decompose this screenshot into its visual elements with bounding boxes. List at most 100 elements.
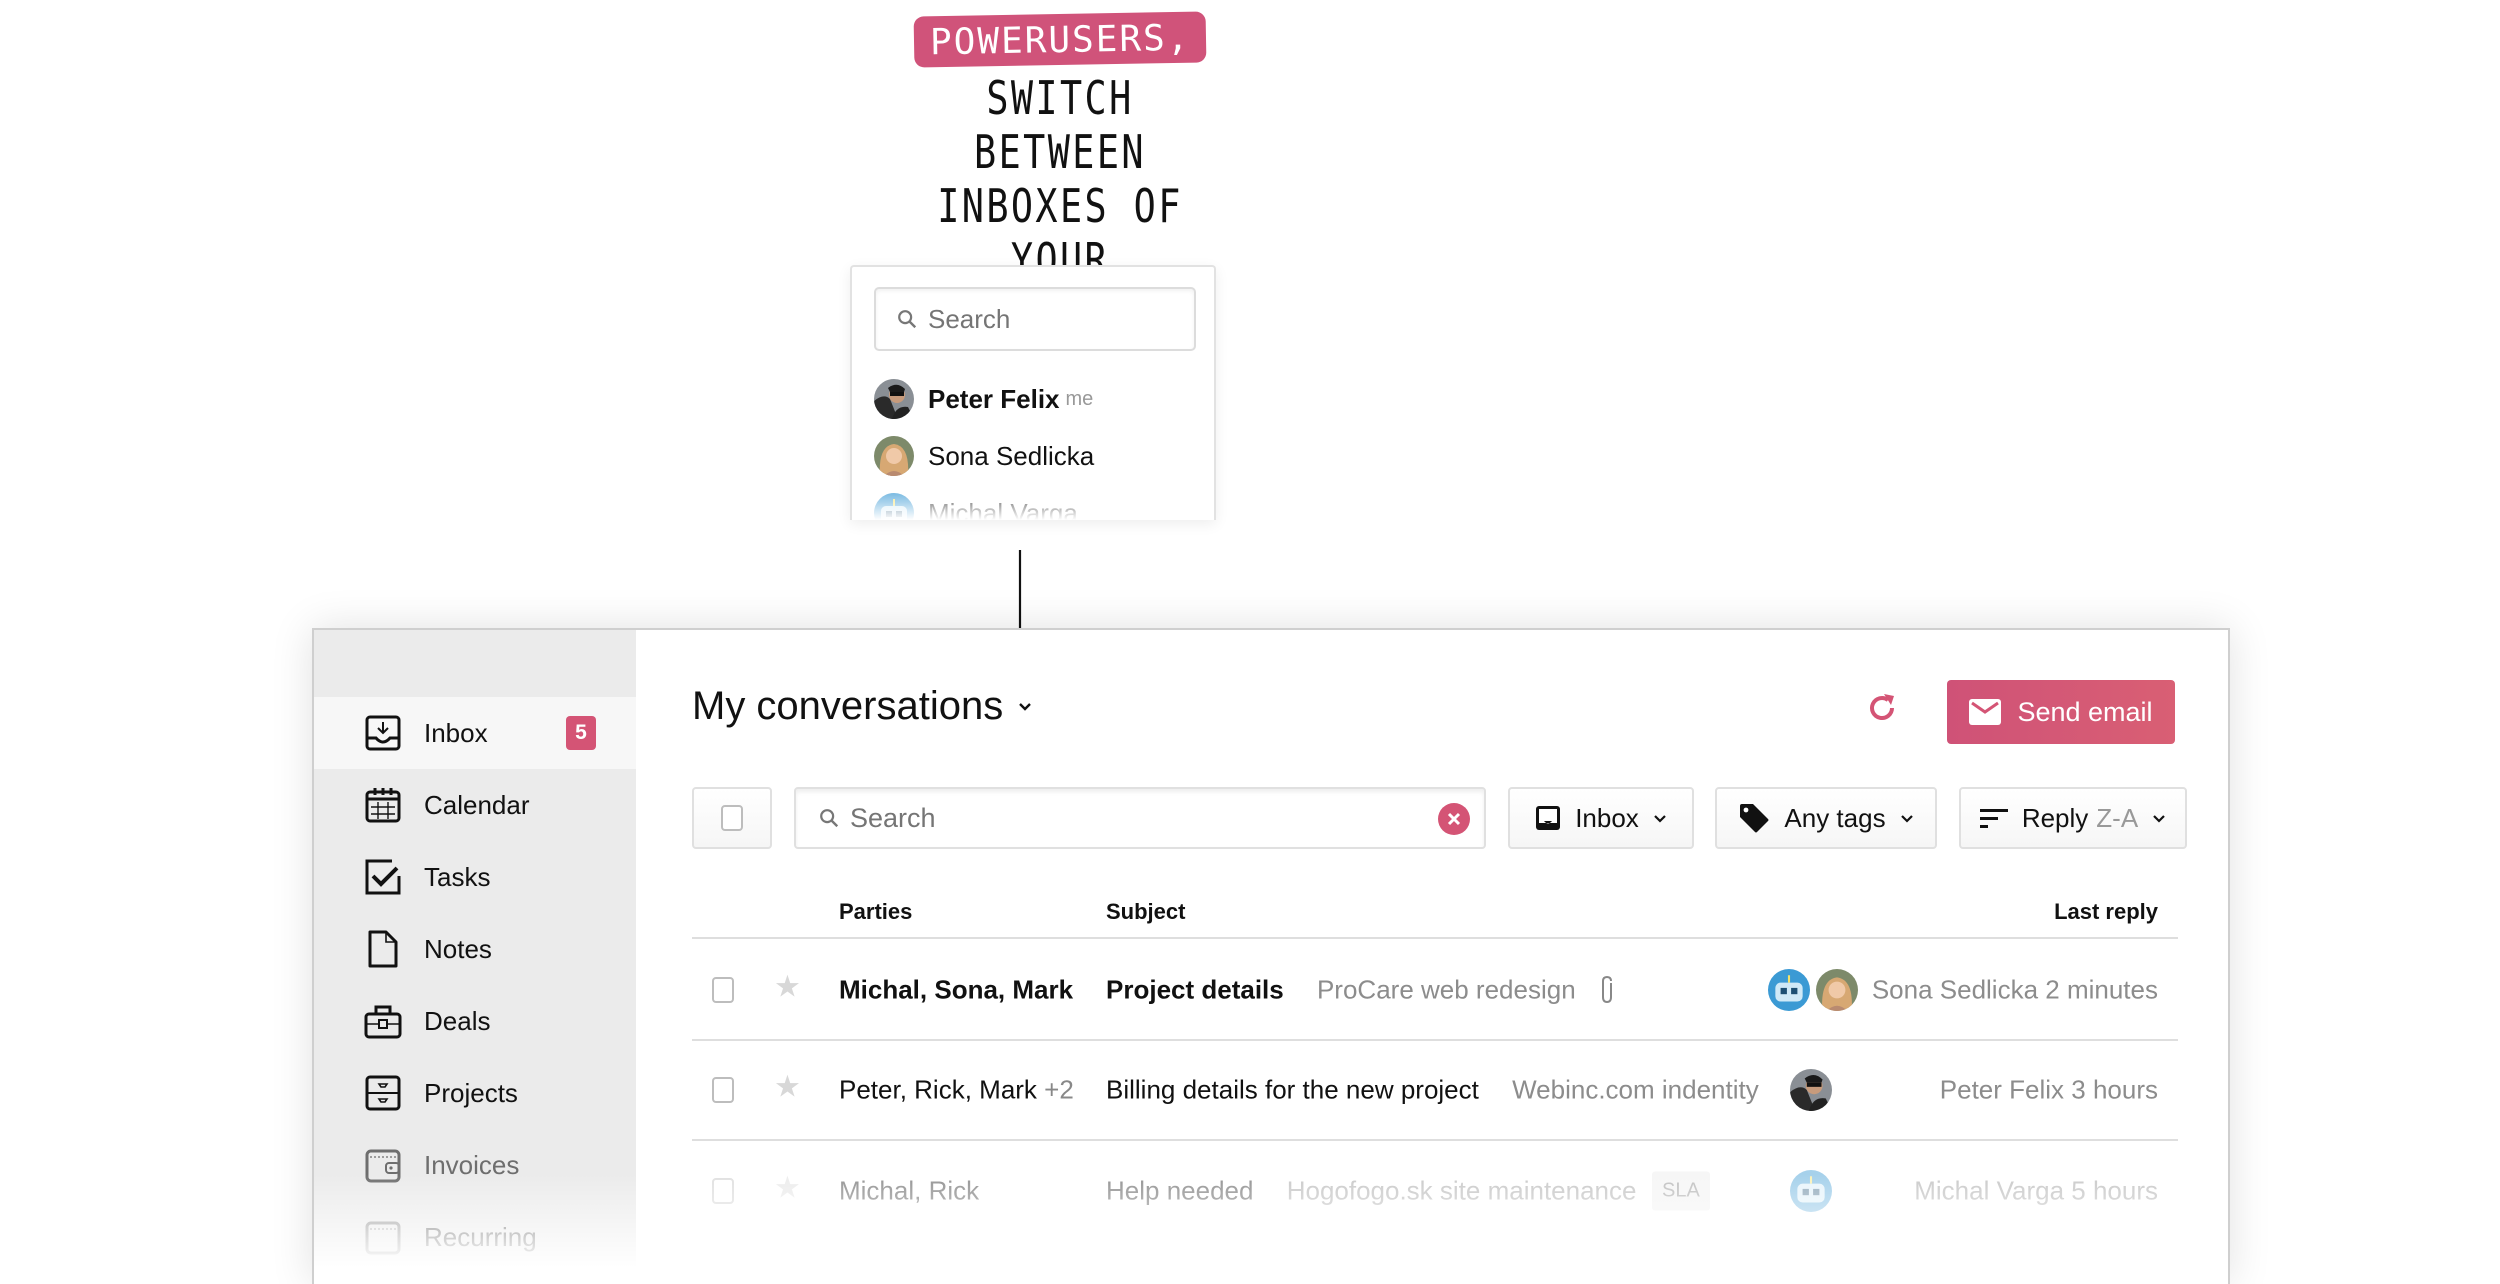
checkbox[interactable] bbox=[721, 805, 743, 831]
conversation-search-input[interactable] bbox=[850, 802, 1410, 834]
avatar-sona bbox=[874, 436, 914, 476]
avatar-peter bbox=[1790, 1069, 1832, 1111]
chevron-down-icon bbox=[1654, 814, 1666, 823]
table-row[interactable]: ★ Peter, Rick, Mark +2 Billing details f… bbox=[692, 1041, 2178, 1141]
star-icon[interactable]: ★ bbox=[774, 1171, 801, 1206]
page-title: My conversations bbox=[692, 684, 1004, 728]
row-parties: Peter, Rick, Mark bbox=[839, 1074, 1037, 1105]
switcher-user-peter[interactable]: Peter Felix me bbox=[874, 377, 1093, 421]
sla-tag: SLA bbox=[1652, 1171, 1710, 1211]
sidebar-item-projects[interactable]: Projects bbox=[314, 1057, 636, 1129]
close-icon bbox=[1447, 812, 1461, 826]
refresh-icon[interactable] bbox=[1864, 690, 1900, 726]
inbox-count-badge: 5 bbox=[566, 716, 596, 750]
sidebar-item-tasks[interactable]: Tasks bbox=[314, 841, 636, 913]
sidebar-item-notes[interactable]: Notes bbox=[314, 913, 636, 985]
avatar-sona bbox=[1816, 969, 1858, 1011]
promo-line: SWITCH BETWEEN bbox=[974, 71, 1146, 179]
row-subject-group: Project details ProCare web redesign bbox=[1106, 975, 1576, 1006]
switcher-user-name: Michal Varga bbox=[928, 497, 1078, 521]
row-last-reply: Peter Felix 3 hours bbox=[1939, 1074, 2158, 1105]
wallet-icon bbox=[365, 1221, 401, 1255]
app-window: Inbox 5 Calendar Tasks Notes Deals Proje… bbox=[312, 628, 2230, 1284]
select-all-checkbox[interactable] bbox=[692, 787, 772, 849]
sort-lines-icon bbox=[1979, 809, 2008, 828]
row-subject: Project details bbox=[1106, 974, 1284, 1005]
table-row[interactable]: ★ Michal, Rick Help needed Hogofogo.sk s… bbox=[692, 1141, 2178, 1241]
tags-filter-label: Any tags bbox=[1784, 802, 1886, 833]
file-cabinet-icon bbox=[365, 1075, 401, 1111]
switcher-user-michal[interactable]: Michal Varga bbox=[874, 491, 1078, 520]
column-header-subject[interactable]: Subject bbox=[1106, 899, 1185, 925]
note-page-icon bbox=[368, 930, 398, 968]
sidebar: Inbox 5 Calendar Tasks Notes Deals Proje… bbox=[314, 630, 636, 1284]
sidebar-item-calendar[interactable]: Calendar bbox=[314, 769, 636, 841]
inbox-tray-icon bbox=[365, 715, 401, 751]
sidebar-item-label: Invoices bbox=[424, 1149, 520, 1180]
tag-icon bbox=[1740, 804, 1769, 833]
envelope-icon bbox=[1969, 699, 2002, 725]
conversations-panel: My conversations Send email Inbox Any ta… bbox=[636, 630, 2228, 1284]
switcher-search-input[interactable] bbox=[928, 303, 1168, 335]
row-last-reply: Michal Varga 5 hours bbox=[1914, 1175, 2158, 1206]
row-preview: Webinc.com indentity bbox=[1512, 1074, 1759, 1105]
inbox-switcher-dropdown: Peter Felix me Sona Sedlicka Michal Varg… bbox=[850, 265, 1216, 520]
row-preview: ProCare web redesign bbox=[1316, 974, 1576, 1005]
inbox-filter-label: Inbox bbox=[1575, 802, 1639, 833]
row-last-reply: Sona Sedlicka 2 minutes bbox=[1871, 974, 2158, 1005]
table-row[interactable]: ★ Michal, Sona, Mark Project details Pro… bbox=[692, 941, 2178, 1041]
row-checkbox[interactable] bbox=[712, 977, 734, 1003]
star-icon[interactable]: ★ bbox=[774, 1070, 801, 1105]
switcher-search-field[interactable] bbox=[874, 287, 1196, 351]
sort-label: Reply bbox=[2021, 802, 2089, 833]
inbox-filter-dropdown[interactable]: Inbox bbox=[1508, 787, 1694, 849]
conversation-search-field[interactable] bbox=[794, 787, 1486, 849]
column-header-parties[interactable]: Parties bbox=[839, 899, 912, 925]
avatar-michal-robot bbox=[1790, 1170, 1832, 1212]
tasks-checkbox-icon bbox=[365, 859, 401, 895]
sidebar-item-label: Projects bbox=[424, 1077, 518, 1108]
sort-dropdown[interactable]: Reply Z-A bbox=[1959, 787, 2187, 849]
tags-filter-dropdown[interactable]: Any tags bbox=[1715, 787, 1937, 849]
sidebar-item-inbox[interactable]: Inbox 5 bbox=[314, 697, 636, 769]
avatar-michal-robot bbox=[1768, 969, 1810, 1011]
row-subject: Billing details for the new project bbox=[1106, 1074, 1479, 1105]
calendar-icon bbox=[365, 788, 401, 823]
row-parties-extra: +2 bbox=[1044, 1074, 1074, 1105]
wallet-icon bbox=[365, 1149, 401, 1183]
row-checkbox[interactable] bbox=[712, 1077, 734, 1103]
search-icon bbox=[820, 809, 839, 828]
chevron-down-icon bbox=[2153, 814, 2165, 823]
sidebar-item-recurring[interactable]: Recurring bbox=[314, 1201, 636, 1273]
clear-search-button[interactable] bbox=[1438, 803, 1470, 835]
row-avatars bbox=[1768, 969, 1864, 1011]
paperclip-icon bbox=[1602, 975, 1612, 1004]
row-parties: Michal, Rick bbox=[839, 1175, 980, 1206]
chevron-down-icon bbox=[1019, 702, 1032, 711]
switcher-user-name: Sona Sedlicka bbox=[928, 440, 1095, 471]
row-avatars bbox=[1790, 1069, 1838, 1111]
column-header-last-reply[interactable]: Last reply bbox=[2054, 899, 2158, 925]
briefcase-icon bbox=[364, 1005, 402, 1039]
sidebar-item-deals[interactable]: Deals bbox=[314, 985, 636, 1057]
row-subject-group: Billing details for the new project Webi… bbox=[1106, 1075, 1759, 1106]
sidebar-item-label: Tasks bbox=[424, 861, 491, 892]
inbox-tray-icon bbox=[1536, 806, 1561, 830]
table-header: Parties Subject Last reply bbox=[692, 885, 2178, 939]
sidebar-item-label: Calendar bbox=[424, 789, 530, 820]
chevron-down-icon bbox=[1900, 814, 1913, 823]
send-email-button[interactable]: Send email bbox=[1947, 680, 2175, 744]
sidebar-item-label: Recurring bbox=[424, 1221, 537, 1252]
row-parties: Michal, Sona, Mark bbox=[839, 974, 1074, 1005]
inbox-switcher-title[interactable]: My conversations bbox=[692, 684, 1033, 729]
sidebar-item-label: Inbox bbox=[424, 717, 488, 748]
avatar-michal-robot bbox=[874, 493, 914, 520]
switcher-user-sona[interactable]: Sona Sedlicka bbox=[874, 434, 1094, 478]
switcher-user-name: Peter Felix bbox=[928, 383, 1060, 414]
row-checkbox[interactable] bbox=[712, 1178, 734, 1204]
sidebar-item-label: Notes bbox=[424, 933, 492, 964]
sidebar-item-invoices[interactable]: Invoices bbox=[314, 1129, 636, 1201]
row-subject: Help needed bbox=[1106, 1175, 1254, 1206]
star-icon[interactable]: ★ bbox=[774, 970, 801, 1005]
switcher-user-me-label: me bbox=[1065, 387, 1094, 410]
